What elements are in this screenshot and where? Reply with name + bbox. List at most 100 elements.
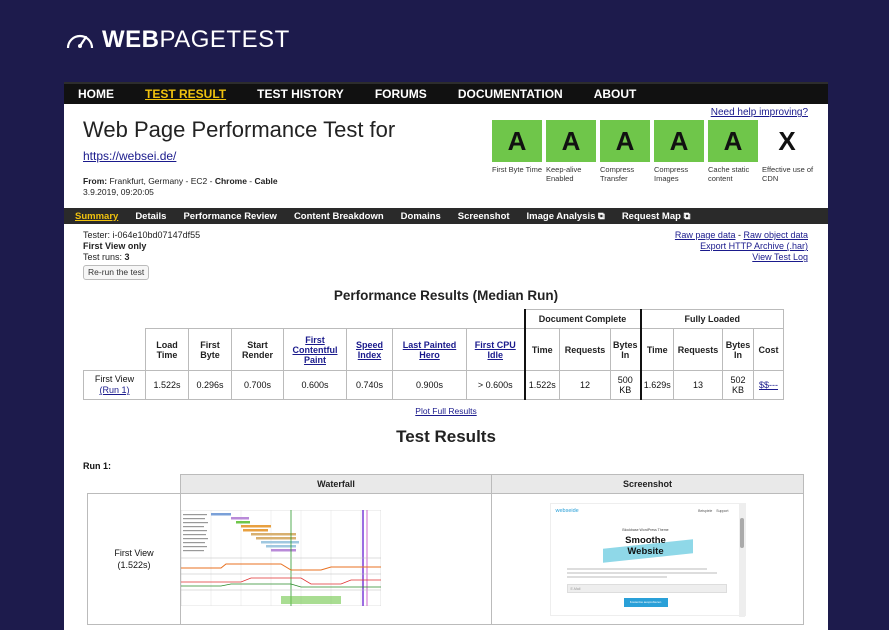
col-last-painted-hero[interactable]: Last Painted Hero [403, 340, 457, 360]
grade-compress-images[interactable]: A Compress Images [654, 120, 707, 183]
grade-cache-static[interactable]: A Cache static content [708, 120, 761, 183]
waterfall-column-header: Waterfall [180, 474, 492, 494]
col-doc-bytes: Bytes In [609, 328, 642, 371]
value-full-requests: 13 [673, 370, 724, 400]
rerun-test-button[interactable]: Re-run the test [83, 265, 150, 280]
value-first-cpu-idle: > 0.600s [466, 370, 525, 400]
screenshot-nav: Beispiele Support [698, 509, 728, 513]
waterfall-cell [180, 493, 492, 625]
first-view-cell: First View (1.522s) [87, 493, 181, 625]
col-start-render: Start Render [231, 328, 284, 371]
grade-box: X [762, 120, 812, 162]
subnav-domains[interactable]: Domains [401, 211, 441, 222]
row-label: First View (Run 1) [83, 370, 146, 400]
col-first-cpu-idle[interactable]: First CPU Idle [475, 340, 516, 360]
screenshot-cell: webseide Beispiele Support Blockbase Wor… [491, 493, 804, 625]
grade-box: A [708, 120, 758, 162]
screenshot-hero-text: Smoothe Website [551, 535, 741, 557]
view-test-log-link[interactable]: View Test Log [752, 252, 808, 262]
screenshot-brand: webseide [555, 507, 579, 514]
nav-test-result[interactable]: TEST RESULT [145, 87, 226, 101]
row-label-view: First View [94, 374, 135, 384]
screenshot-text-line [566, 575, 667, 578]
grade-keep-alive[interactable]: A Keep-alive Enabled [546, 120, 599, 183]
test-runs-count: 3 [124, 252, 130, 262]
value-full-time: 1.629s [639, 370, 675, 400]
col-doc-time: Time [523, 328, 560, 371]
value-doc-requests: 12 [559, 370, 611, 400]
logo-text-bold: WEB [102, 26, 160, 53]
blank-cell [84, 329, 146, 371]
value-first-contentful-paint: 0.600s [283, 370, 347, 400]
grade-label: First Byte Time [492, 165, 543, 174]
value-start-render: 0.700s [231, 370, 284, 400]
value-last-painted-hero: 0.900s [392, 370, 467, 400]
value-speed-index: 0.740s [346, 370, 393, 400]
performance-results-table: Document Complete Fully Loaded Load Time… [83, 309, 785, 400]
screenshot-column-header: Screenshot [491, 474, 804, 494]
col-first-contentful-paint[interactable]: First Contentful Paint [293, 335, 338, 365]
col-speed-index[interactable]: Speed Index [356, 340, 383, 360]
external-link-icon: ⧉ [598, 210, 605, 222]
from-connection: Cable [254, 176, 278, 186]
col-doc-requests: Requests [559, 328, 611, 371]
table-row: First View (Run 1) 1.522s 0.296s 0.700s 0… [83, 370, 785, 400]
from-label: From: [83, 176, 108, 186]
test-location-info: From: Frankfurt, Germany - EC2 - Chrome … [83, 176, 278, 198]
subnav-label: Image Analysis [526, 210, 596, 222]
subnav-image-analysis[interactable]: Image Analysis ⧉ [527, 211, 605, 222]
screenshot-nav-item: Support [716, 508, 729, 513]
subnav-request-map[interactable]: Request Map ⧉ [622, 211, 691, 222]
plot-full-results-link[interactable]: Plot Full Results [64, 406, 828, 416]
grade-label: Keep-alive Enabled [546, 165, 582, 183]
value-doc-bytes: 500 KB [609, 370, 642, 400]
subnav-label: Request Map [621, 210, 681, 222]
grade-cdn[interactable]: X Effective use of CDN [762, 120, 815, 183]
grade-compress-transfer[interactable]: A Compress Transfer [600, 120, 653, 183]
run-1-link[interactable]: (Run 1) [99, 385, 129, 395]
subnav-performance-review[interactable]: Performance Review [183, 211, 276, 222]
subnav-summary[interactable]: Summary [75, 211, 118, 222]
from-location: Frankfurt, Germany - EC2 - [109, 176, 213, 186]
screenshot-text-line [566, 571, 717, 574]
screenshot-text-line [566, 567, 707, 570]
value-doc-time: 1.522s [523, 370, 560, 400]
export-har-link[interactable]: Export HTTP Archive (.har) [700, 241, 808, 251]
grade-box: A [492, 120, 542, 162]
nav-test-history[interactable]: TEST HISTORY [257, 87, 344, 101]
raw-page-data-link[interactable]: Raw page data [675, 230, 736, 240]
test-results-heading: Test Results [396, 427, 496, 446]
document-complete-header: Document Complete [523, 309, 642, 329]
from-separator: - [246, 176, 255, 186]
nav-about[interactable]: ABOUT [594, 87, 637, 101]
results-panel: Need help improving? Web Page Performanc… [64, 104, 828, 630]
help-improving-link[interactable]: Need help improving? [711, 107, 808, 118]
waterfall-thumbnail[interactable] [180, 509, 382, 607]
nav-forums[interactable]: FORUMS [375, 87, 427, 101]
subnav-details[interactable]: Details [135, 211, 166, 222]
test-runs-label: Test runs: [83, 252, 125, 262]
subnav-screenshot[interactable]: Screenshot [458, 211, 510, 222]
tester-info: Tester: i-064e10bd07147df55 First View o… [83, 230, 200, 280]
value-load-time: 1.522s [145, 370, 189, 400]
results-subnav: Summary Details Performance Review Conte… [64, 208, 828, 224]
page-title: Web Page Performance Test for [83, 117, 396, 142]
nav-home[interactable]: HOME [78, 87, 114, 101]
grade-label: Compress Transfer [600, 165, 635, 183]
screenshot-thumbnail[interactable]: webseide Beispiele Support Blockbase Wor… [549, 502, 746, 617]
nav-documentation[interactable]: DOCUMENTATION [458, 87, 563, 101]
tested-url-link[interactable]: https://websei.de/ [83, 149, 176, 163]
cost-link[interactable]: $$--- [759, 380, 778, 390]
raw-data-links: Raw page data - Raw object data Export H… [675, 230, 808, 263]
from-browser: Chrome [214, 176, 247, 186]
grade-box: A [654, 120, 704, 162]
screenshot-nav-item: Beispiele [698, 508, 713, 513]
grade-first-byte[interactable]: A First Byte Time [492, 120, 545, 183]
webpagetest-logo[interactable]: WEB PAGETEST [64, 24, 290, 56]
screenshot-cta-button: Kostenlos ausprobieren [623, 597, 668, 607]
grade-label: Effective use of CDN [762, 165, 814, 183]
raw-object-data-link[interactable]: Raw object data [743, 230, 808, 240]
subnav-content-breakdown[interactable]: Content Breakdown [294, 211, 384, 222]
performance-results-heading: Performance Results (Median Run) [333, 288, 559, 303]
tester-id: Tester: i-064e10bd07147df55 [83, 230, 201, 240]
